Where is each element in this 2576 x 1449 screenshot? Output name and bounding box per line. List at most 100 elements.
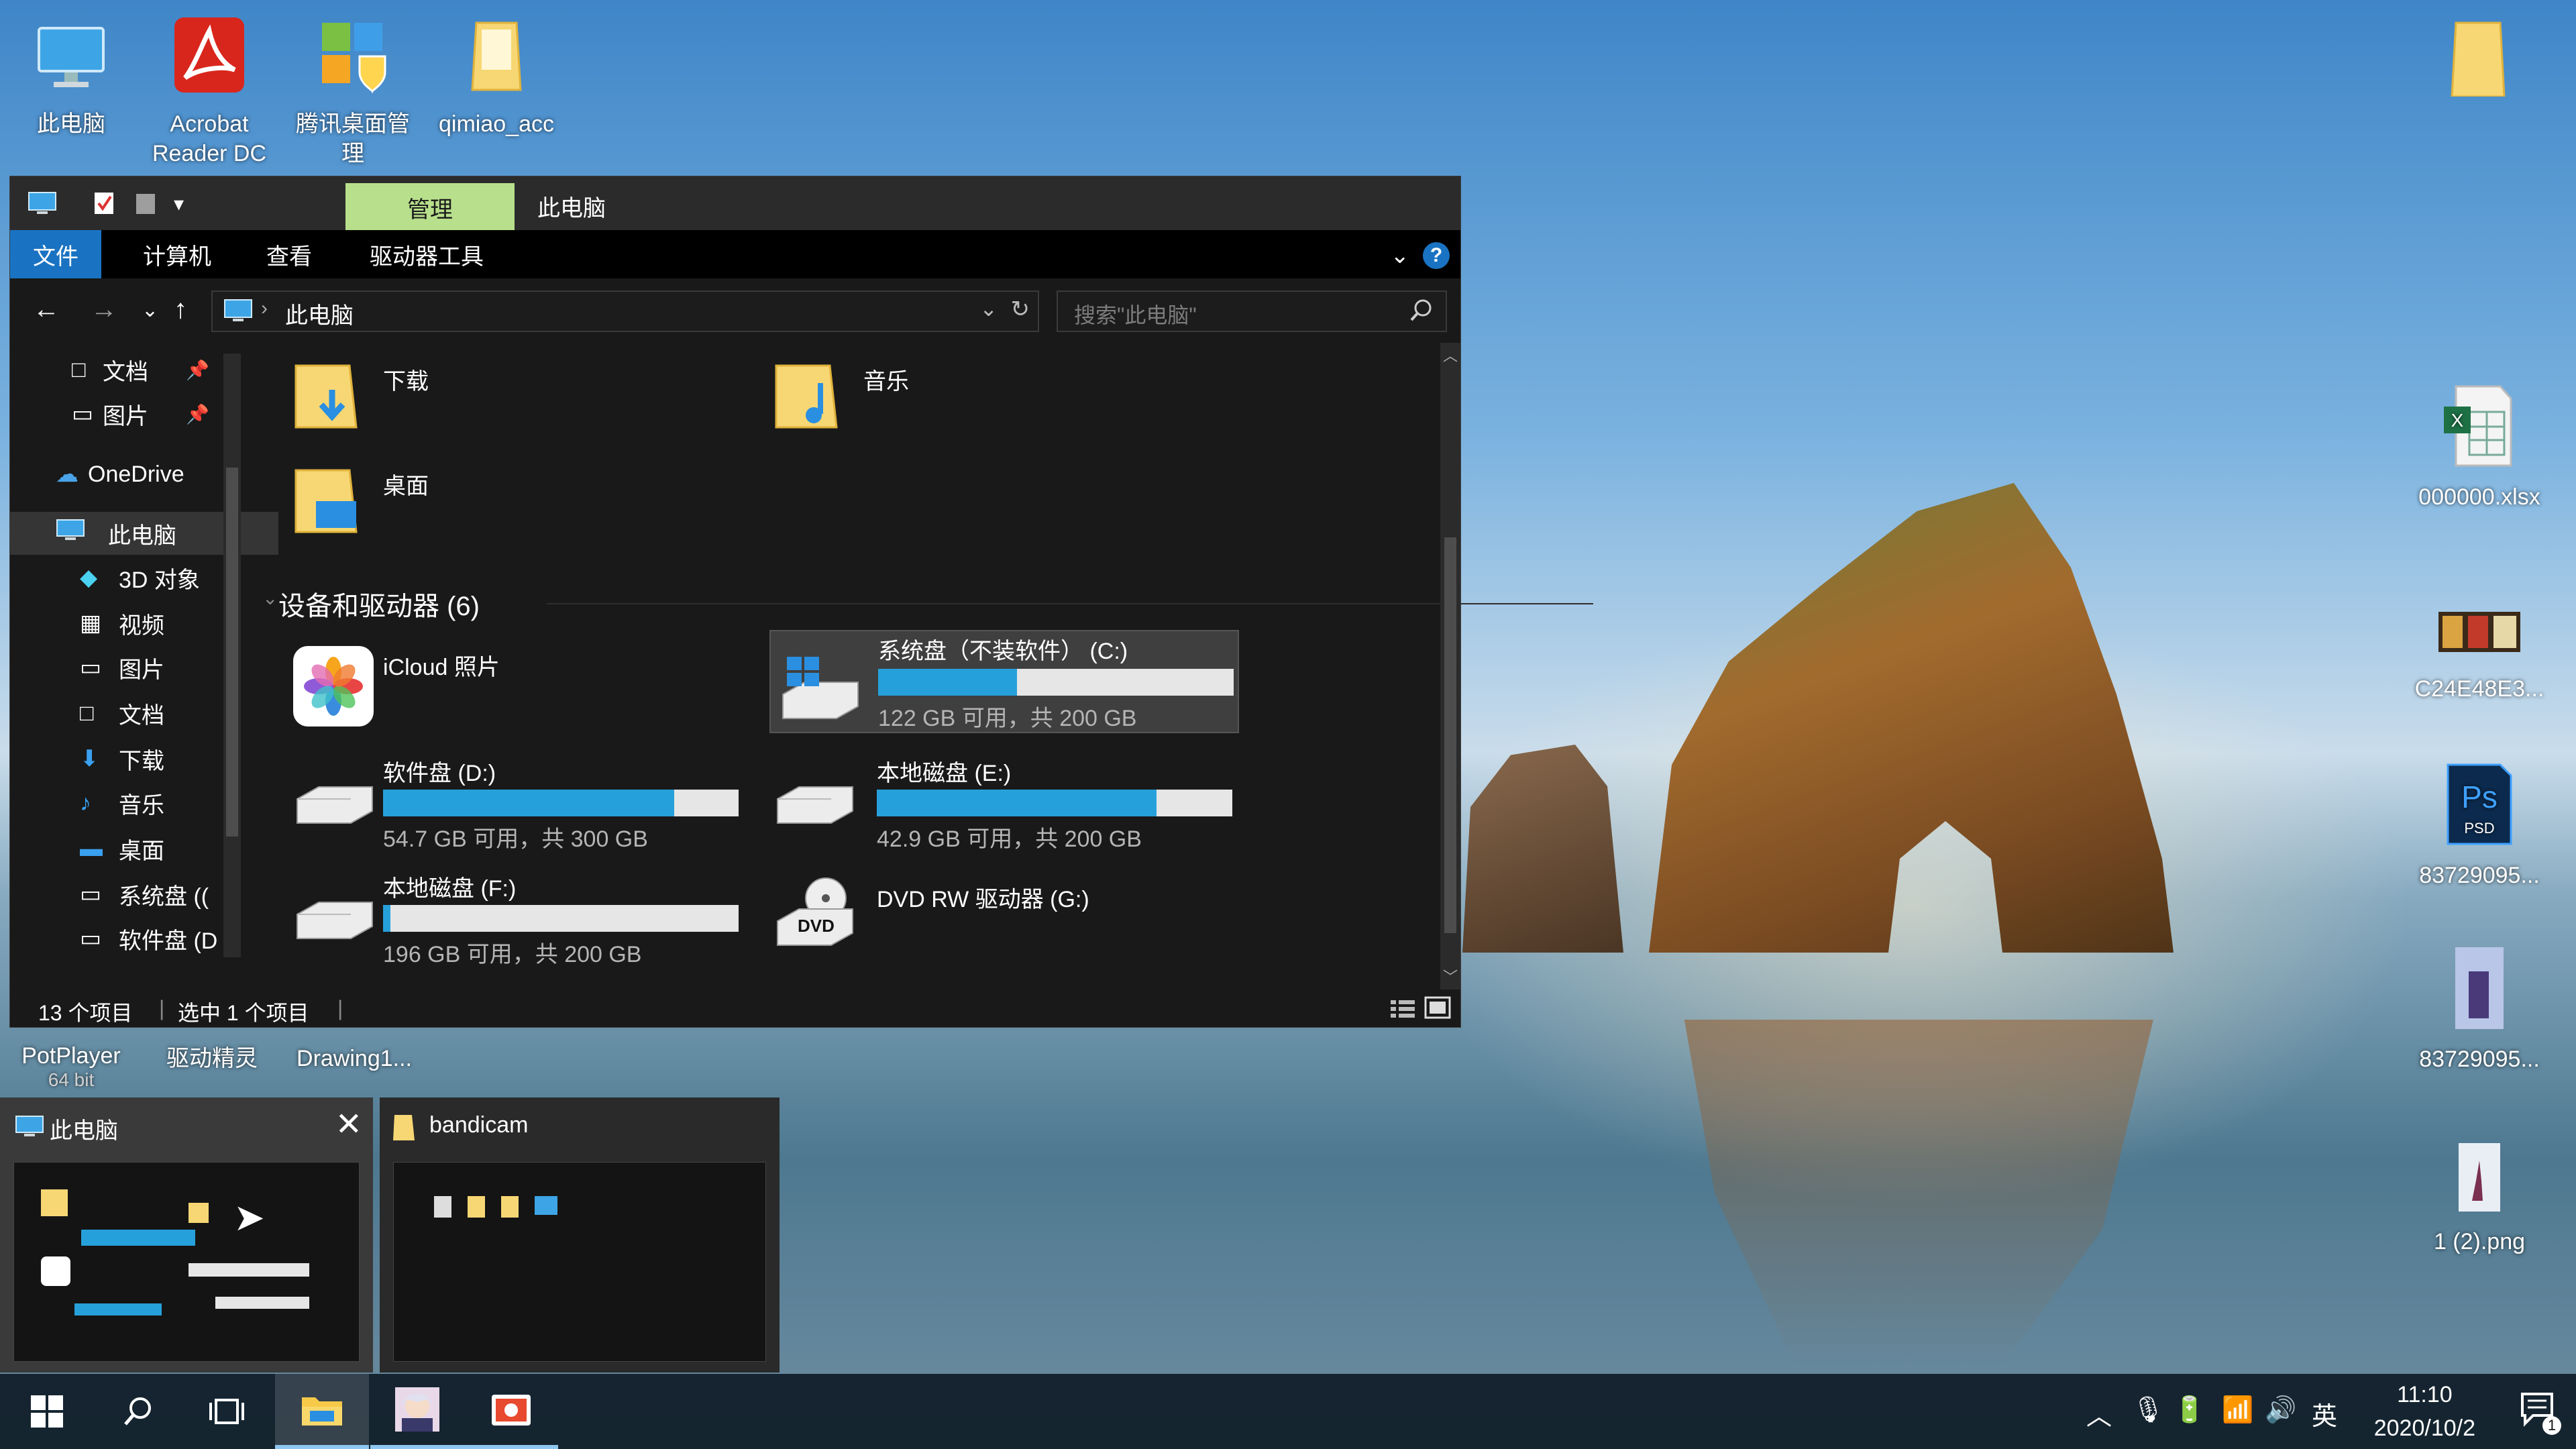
drive-c-system[interactable]: 系统盘（不装软件） (C:) 122 GB 可用，共 200 GB [769, 630, 1239, 733]
nav-item-software-drive[interactable]: ▭ 软件盘 (D [10, 917, 231, 960]
drive-e-local[interactable]: 本地磁盘 (E:) 42.9 GB 可用，共 200 GB [772, 752, 1232, 853]
nav-item-desktop[interactable]: ▬ 桌面 [10, 827, 231, 870]
desktop-icon-image[interactable]: 83729095... [2412, 945, 2546, 1074]
content-scrollbar[interactable]: ︿ ﹀ [1440, 343, 1460, 989]
music-folder-icon [772, 356, 846, 433]
breadcrumb-this-pc[interactable]: 此电脑 [285, 297, 354, 330]
details-view-icon[interactable] [1389, 998, 1416, 1024]
tab-view[interactable]: 查看 [266, 230, 312, 278]
nav-item-system-drive[interactable]: ▭ 系统盘 (( [10, 873, 231, 916]
nav-scroll-thumb[interactable] [226, 468, 238, 837]
desktop-icon-label: 腾讯桌面管理 [296, 111, 410, 166]
breadcrumb-chevron-icon[interactable]: › [261, 297, 268, 320]
preview-thumbnail[interactable] [13, 1162, 360, 1362]
back-arrow-icon[interactable]: ← [33, 294, 60, 325]
devices-and-drives-header[interactable]: 设备和驱动器 (6) [278, 584, 480, 623]
navigation-pane[interactable]: □ 文档 📌 ▭ 图片 📌 ☁ OneDrive 此电脑 ◆ 3D 对象 ▦ 视… [10, 343, 278, 989]
nav-item-pictures[interactable]: ▭ 图片 [10, 646, 231, 689]
start-button[interactable] [0, 1374, 94, 1449]
taskbar-preview-bandicam[interactable]: bandicam [380, 1097, 780, 1373]
drive-g-dvd[interactable]: DVD DVD RW 驱动器 (G:) [772, 867, 1188, 968]
group-collapse-chevron-icon[interactable]: ⌄ [262, 587, 278, 609]
nav-item-3d-objects[interactable]: ◆ 3D 对象 [10, 556, 231, 599]
recent-locations-icon[interactable]: ⌄ [142, 299, 158, 322]
desktop-icon-acrobat[interactable]: Acrobat Reader DC [142, 16, 276, 168]
desktop-icon-c24e48e3[interactable]: C24E48E3... [2412, 601, 2546, 704]
drive-c-usage-bar [878, 669, 1234, 696]
folder-icon [429, 16, 564, 104]
new-folder-icon[interactable] [133, 190, 158, 217]
help-icon[interactable]: ? [1423, 242, 1450, 269]
taskbar-preview-this-pc[interactable]: 此电脑 ✕ ➤ [0, 1097, 373, 1373]
refresh-icon[interactable]: ↻ [1011, 296, 1030, 323]
desktop-icon-qimiao[interactable]: qimiao_acc [429, 16, 564, 139]
address-dropdown-icon[interactable]: ⌄ [979, 296, 998, 321]
wifi-icon[interactable]: 📶 [2222, 1395, 2253, 1425]
clock[interactable]: 11:10 2020/10/2 [2374, 1378, 2475, 1445]
taskbar-anime-app[interactable] [370, 1374, 464, 1449]
desktop-icon-drawing[interactable]: Drawing1... [287, 1044, 421, 1073]
folder-music[interactable]: 音乐 [772, 350, 1175, 437]
drive-icloud-photos[interactable]: iCloud 照片 [292, 638, 694, 739]
drive-c-usage-fill [878, 669, 1017, 696]
microphone-icon[interactable]: 🎙 [2132, 1395, 2164, 1425]
desktop-icon-this-pc[interactable]: 此电脑 [4, 16, 138, 139]
search-box[interactable]: 搜索"此电脑" [1057, 290, 1447, 332]
acrobat-icon [142, 16, 276, 104]
pin-icon[interactable]: 📌 [186, 359, 209, 381]
action-center-button[interactable]: 1 [2518, 1389, 2561, 1435]
address-bar[interactable]: › 此电脑 ⌄ ↻ [211, 290, 1039, 332]
desktop-icon-folder-top[interactable] [2412, 16, 2546, 109]
desktop-icon-tencent[interactable]: 腾讯桌面管理 [286, 16, 420, 168]
content-scroll-thumb[interactable] [1444, 537, 1456, 933]
desktop-icon-potplayer[interactable]: PotPlayer 64 bit [4, 1044, 138, 1092]
excel-file-icon: X [2412, 382, 2546, 477]
nav-scrollbar[interactable] [223, 354, 241, 957]
properties-icon[interactable] [92, 190, 116, 217]
desktop-icon-png[interactable]: 1 (2).png [2412, 1140, 2546, 1256]
svg-text:PSD: PSD [2464, 820, 2494, 837]
nav-item-documents-pinned[interactable]: □ 文档 📌 [10, 348, 293, 391]
volume-icon[interactable]: 🔊 [2265, 1395, 2296, 1425]
ime-language-indicator[interactable]: 英 [2312, 1395, 2337, 1432]
search-input[interactable]: 搜索"此电脑" [1074, 299, 1197, 329]
this-pc-icon[interactable] [28, 190, 57, 217]
power-battery-icon[interactable]: 🔋 [2174, 1395, 2205, 1425]
large-icons-view-icon[interactable] [1424, 996, 1451, 1024]
manage-contextual-tab[interactable]: 管理 [345, 183, 515, 231]
desktop-icon-xlsx[interactable]: X 000000.xlsx [2412, 382, 2546, 512]
drive-d-software[interactable]: 软件盘 (D:) 54.7 GB 可用，共 300 GB [292, 752, 739, 853]
desktop-icon-label: 83729095... [2419, 863, 2540, 888]
tab-file[interactable]: 文件 [10, 230, 101, 278]
up-arrow-icon[interactable]: ↑ [174, 294, 187, 325]
title-bar[interactable]: ▾ 管理 此电脑 [10, 176, 1460, 231]
show-hidden-icons-chevron[interactable]: ︿ [2086, 1395, 2112, 1432]
close-icon[interactable]: ✕ [335, 1106, 362, 1143]
desktop-icon-driver-genius[interactable]: 驱动精灵 [145, 1044, 279, 1073]
scroll-down-icon[interactable]: ﹀ [1443, 965, 1458, 987]
drive-f-local[interactable]: 本地磁盘 (F:) 196 GB 可用，共 200 GB [292, 867, 739, 968]
folder-desktop[interactable]: 桌面 [292, 454, 694, 541]
task-view-button[interactable] [180, 1374, 274, 1449]
customize-quick-access-icon[interactable]: ▾ [174, 193, 184, 219]
pin-icon[interactable]: 📌 [186, 403, 209, 425]
taskbar-bandicam[interactable] [464, 1374, 558, 1449]
expand-ribbon-icon[interactable]: ⌄ [1391, 242, 1410, 269]
tab-drive-tools[interactable]: 驱动器工具 [370, 230, 484, 278]
content-pane[interactable]: 下载 音乐 桌面 ⌄ 设备和驱动器 (6) iCloud 照片 系统盘（不装软件… [252, 343, 1593, 989]
search-icon[interactable] [1409, 297, 1434, 327]
tab-computer[interactable]: 计算机 [143, 230, 211, 278]
nav-item-documents[interactable]: □ 文档 [10, 692, 231, 735]
search-button[interactable] [91, 1374, 185, 1449]
folder-downloads[interactable]: 下载 [292, 350, 694, 437]
scroll-up-icon[interactable]: ︿ [1443, 344, 1458, 366]
nav-item-downloads[interactable]: ⬇ 下载 [10, 737, 231, 780]
nav-item-music[interactable]: ♪ 音乐 [10, 782, 231, 824]
forward-arrow-icon[interactable]: → [91, 294, 117, 325]
taskbar-file-explorer[interactable] [275, 1374, 369, 1449]
desktop-icon-psd[interactable]: Ps PSD 83729095... [2412, 761, 2546, 890]
nav-item-videos[interactable]: ▦ 视频 [10, 602, 231, 645]
nav-item-pictures-pinned[interactable]: ▭ 图片 📌 [10, 392, 293, 435]
file-explorer-window[interactable]: ▾ 管理 此电脑 文件 计算机 查看 驱动器工具 ⌄ ? ← → ⌄ ↑ › 此… [9, 176, 1593, 1028]
preview-thumbnail[interactable] [393, 1162, 766, 1362]
